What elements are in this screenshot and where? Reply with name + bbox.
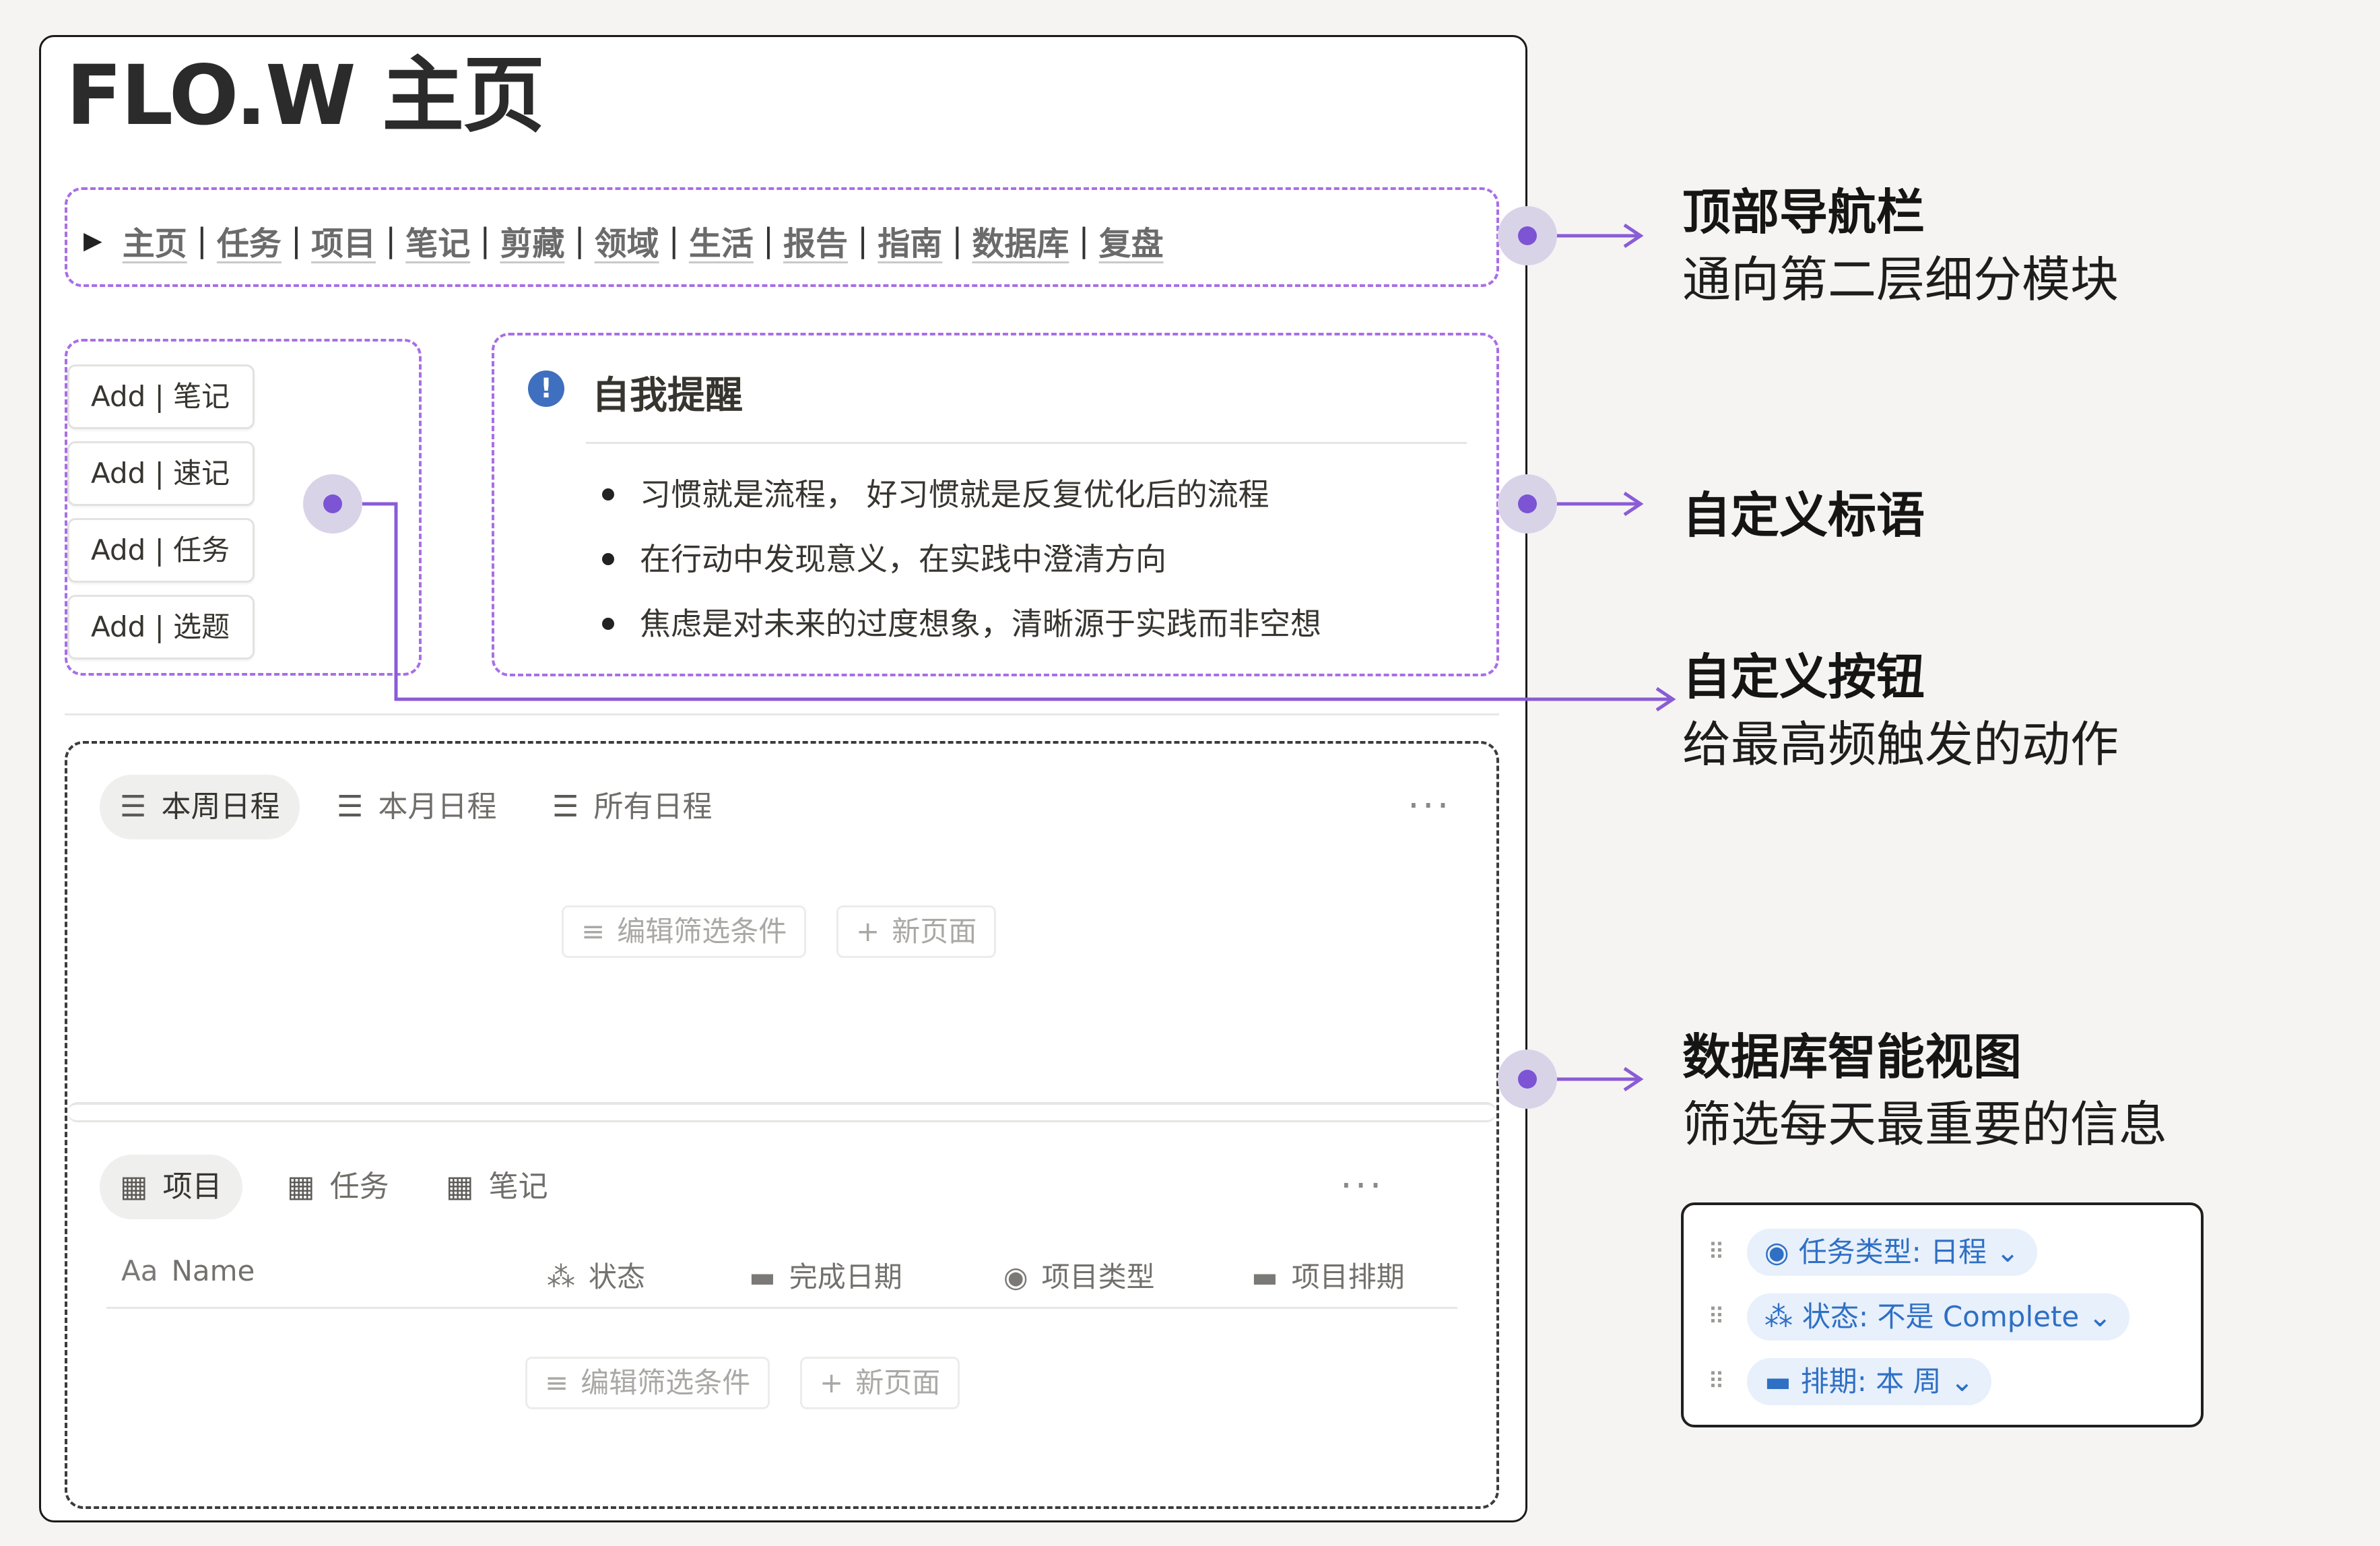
annotation-title: 自定义按钮 [1682, 649, 1925, 705]
filter-chip-task-type[interactable]: ◉ 任务类型: 日程 ⌄ [1747, 1229, 2037, 1276]
connector-line [333, 502, 1670, 701]
chevron-down-icon: ⌄ [2088, 1300, 2112, 1333]
drag-handle-icon[interactable]: ⠿ [1708, 1306, 1725, 1328]
filter-chip-schedule[interactable]: ▬ 排期: 本 周 ⌄ [1747, 1358, 1992, 1405]
chevron-down-icon: ⌄ [1950, 1365, 1975, 1398]
marker-dot [303, 474, 362, 534]
filter-row: ⠿ ⁂ 状态: 不是 Complete ⌄ [1708, 1293, 2129, 1341]
annotation-title: 数据库智能视图 [1682, 1029, 2022, 1085]
status-spinner-icon: ⁂ [1764, 1300, 1793, 1333]
chip-label: 任务类型: 日程 [1798, 1235, 1987, 1268]
marker-dot [1498, 474, 1557, 534]
marker-dot [1498, 206, 1557, 265]
drag-handle-icon[interactable]: ⠿ [1708, 1241, 1725, 1264]
marker-dot [1498, 1050, 1557, 1109]
annotation-subtitle: 通向第二层细分模块 [1682, 251, 2119, 308]
filter-panel: ⠿ ◉ 任务类型: 日程 ⌄ ⠿ ⁂ 状态: 不是 Complete ⌄ ⠿ ▬ 排期… [1681, 1202, 2204, 1427]
chip-label: 状态: 不是 Complete [1802, 1300, 2080, 1333]
filter-chip-status[interactable]: ⁂ 状态: 不是 Complete ⌄ [1747, 1293, 2129, 1341]
select-circle-icon: ◉ [1764, 1235, 1789, 1268]
annotation-title: 顶部导航栏 [1682, 184, 1925, 240]
calendar-icon: ▬ [1764, 1365, 1791, 1398]
chevron-down-icon: ⌄ [1995, 1235, 2020, 1268]
annotation-subtitle: 筛选每天最重要的信息 [1682, 1096, 2168, 1153]
drag-handle-icon[interactable]: ⠿ [1708, 1370, 1725, 1393]
annotation-title: 自定义标语 [1682, 487, 1925, 544]
filter-row: ⠿ ◉ 任务类型: 日程 ⌄ [1708, 1228, 2037, 1277]
annotation-subtitle: 给最高频触发的动作 [1682, 716, 2119, 773]
chip-label: 排期: 本 周 [1800, 1365, 1942, 1398]
filter-row: ⠿ ▬ 排期: 本 周 ⌄ [1708, 1357, 1992, 1406]
